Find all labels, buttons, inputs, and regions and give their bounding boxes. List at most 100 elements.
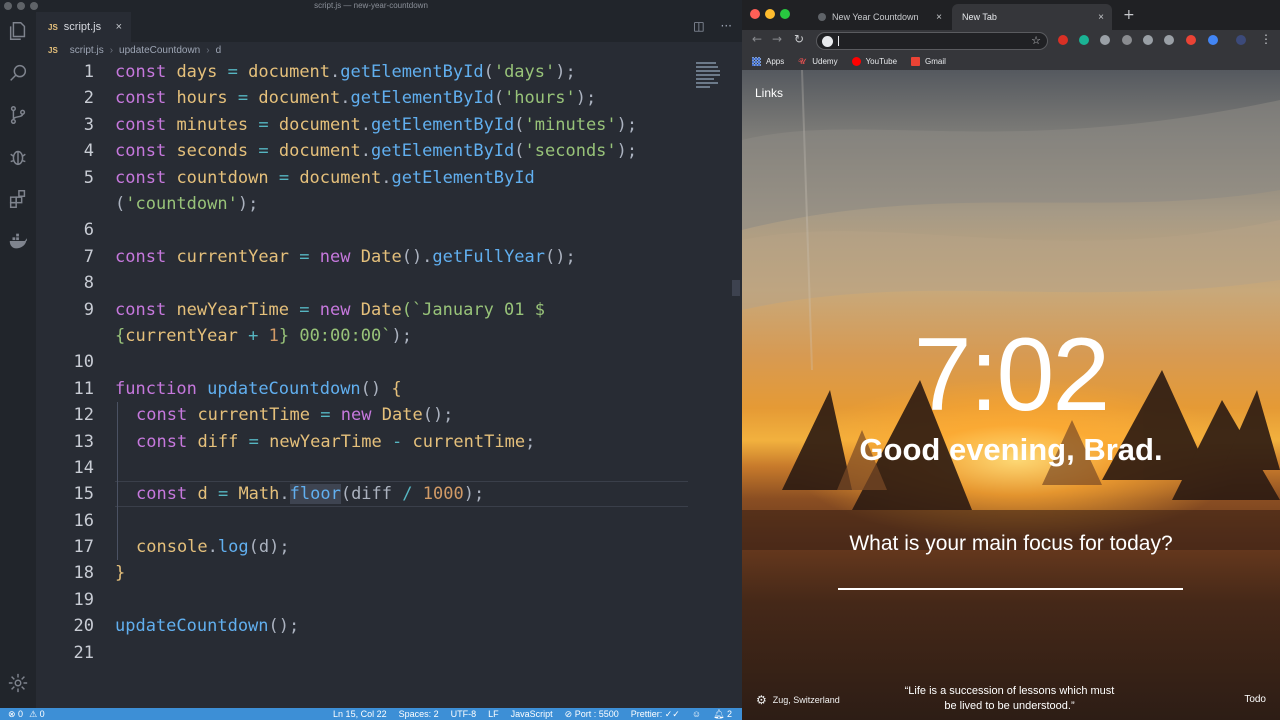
photo-location[interactable]: ⚙ Zug, Switzerland	[756, 693, 840, 707]
todo-button[interactable]: Todo	[1244, 694, 1266, 705]
bookmark-udemy[interactable]: 𝓤 Udemy	[798, 57, 837, 66]
extension-icon[interactable]	[1058, 35, 1068, 45]
settings-gear-icon[interactable]: ⚙	[756, 693, 767, 707]
extensions-icon[interactable]	[7, 188, 29, 210]
code-line: }	[115, 560, 125, 586]
extension-icon[interactable]	[1100, 35, 1110, 45]
code-token: (d);	[248, 537, 290, 557]
reload-icon[interactable]: ↻	[794, 32, 804, 46]
minimize-window-button[interactable]	[765, 9, 775, 19]
back-arrow-icon[interactable]: ←	[752, 32, 762, 46]
quote-line: “Life is a succession of lessons which m…	[904, 685, 1115, 697]
docker-icon[interactable]	[7, 230, 29, 252]
greeting-text: Good evening, Brad.	[859, 432, 1163, 467]
close-tab-icon[interactable]: ×	[116, 21, 122, 33]
tab-new-year-countdown[interactable]: New Year Countdown ×	[808, 4, 950, 30]
code-token: Math	[238, 484, 280, 504]
clock-time: 7:02	[913, 317, 1110, 433]
code-token: updateCountdown	[115, 616, 269, 636]
editor-tab-bar: JS script.js × ◫ ···	[36, 12, 742, 42]
editor-scrollbar[interactable]	[732, 280, 740, 296]
close-tab-icon[interactable]: ×	[1098, 12, 1104, 23]
new-tab-button[interactable]: +	[1123, 7, 1135, 23]
google-icon	[822, 36, 833, 47]
links-button[interactable]: Links	[755, 86, 783, 100]
profile-avatar[interactable]	[1236, 35, 1246, 45]
focus-input[interactable]	[838, 588, 1183, 590]
encoding[interactable]: UTF-8	[451, 709, 477, 720]
code-token: 'minutes'	[524, 115, 617, 135]
code-token: (	[514, 141, 525, 161]
code-token: const	[136, 432, 188, 452]
address-bar[interactable]: ☆	[816, 32, 1048, 50]
tab-new-tab[interactable]: New Tab ×	[952, 4, 1112, 30]
source-control-icon[interactable]	[7, 104, 29, 126]
close-window-button[interactable]	[750, 9, 760, 19]
code-line: ('countdown');	[115, 191, 258, 217]
cursor-position[interactable]: Ln 15, Col 22	[333, 709, 387, 720]
extension-icon[interactable]	[1143, 35, 1153, 45]
bookmark-apps[interactable]: Apps	[752, 56, 785, 66]
line-number: 19	[73, 590, 94, 610]
prettier-status[interactable]: Prettier: ✓✓	[631, 709, 680, 720]
maximize-window-button[interactable]	[780, 9, 790, 19]
code-line: const days = document.getElementById('da…	[115, 59, 576, 85]
code-editor[interactable]: 1 2 3 4 5 6 7 8 9 10 11 12 13 14 15 16 1…	[36, 58, 742, 708]
debug-icon[interactable]	[7, 146, 29, 168]
bookmark-label: Udemy	[812, 56, 838, 66]
language-mode[interactable]: JavaScript	[511, 709, 553, 720]
code-token: getElementById	[370, 141, 515, 161]
warning-icon: ⚠	[29, 708, 40, 719]
apps-grid-icon	[752, 56, 761, 66]
breadcrumb-function[interactable]: updateCountdown	[119, 45, 200, 56]
js-file-icon: JS	[48, 45, 58, 55]
search-icon[interactable]	[7, 62, 29, 84]
line-number: 8	[83, 273, 94, 293]
line-number: 21	[73, 643, 94, 663]
extension-icon[interactable]	[1208, 35, 1218, 45]
line-number: 4	[83, 141, 94, 161]
forward-arrow-icon[interactable]: →	[772, 32, 782, 46]
errors-status[interactable]: ⊗ 0	[8, 709, 23, 720]
extension-icon[interactable]	[1164, 35, 1174, 45]
indentation[interactable]: Spaces: 2	[399, 709, 439, 720]
split-editor-icon[interactable]: ◫	[693, 19, 704, 33]
bookmark-label: Apps	[766, 56, 785, 66]
extension-icon[interactable]	[1079, 35, 1089, 45]
code-token: hours	[176, 88, 228, 108]
settings-gear-icon[interactable]	[7, 672, 29, 694]
line-ending[interactable]: LF	[488, 709, 499, 720]
notifications[interactable]: 🔔︎ 2	[713, 709, 732, 720]
breadcrumb-file[interactable]: script.js	[70, 45, 104, 56]
momentum-new-tab-page: Links 7:02 Good evening, Brad. What is y…	[742, 70, 1280, 720]
code-token: const	[136, 484, 188, 504]
bookmark-youtube[interactable]: YouTube	[851, 56, 897, 66]
chrome-menu-icon[interactable]: ⋮	[1260, 32, 1272, 46]
close-tab-icon[interactable]: ×	[936, 12, 942, 23]
code-token: seconds	[176, 141, 249, 161]
code-token: {	[391, 379, 402, 399]
feedback-icon[interactable]: ☺	[692, 709, 701, 720]
extension-icon[interactable]	[1186, 35, 1196, 45]
tab-script-js[interactable]: JS script.js ×	[36, 12, 131, 42]
code-token: ()	[360, 379, 382, 399]
warning-count: 0	[39, 708, 45, 719]
code-token: =	[299, 247, 310, 267]
code-token: 1	[268, 326, 279, 346]
warnings-status[interactable]: ⚠ 0	[29, 709, 45, 720]
minimap[interactable]	[696, 60, 728, 90]
extension-icon[interactable]	[1122, 35, 1132, 45]
code-token: 'seconds'	[524, 141, 617, 161]
live-server-port[interactable]: ⊘ Port : 5500	[565, 709, 619, 720]
code-token: (	[115, 194, 126, 214]
more-actions-icon[interactable]: ···	[721, 19, 732, 33]
code-line: const countdown = document.getElementByI…	[115, 165, 535, 191]
code-token: .	[279, 484, 290, 504]
address-input[interactable]	[837, 34, 1017, 48]
bookmark-gmail[interactable]: Gmail	[911, 56, 946, 66]
breadcrumb-symbol[interactable]: d	[216, 45, 222, 56]
explorer-icon[interactable]	[7, 20, 29, 42]
code-token: countdown	[176, 168, 269, 188]
bookmark-star-icon[interactable]: ☆	[1031, 34, 1041, 47]
code-token: =	[258, 115, 269, 135]
